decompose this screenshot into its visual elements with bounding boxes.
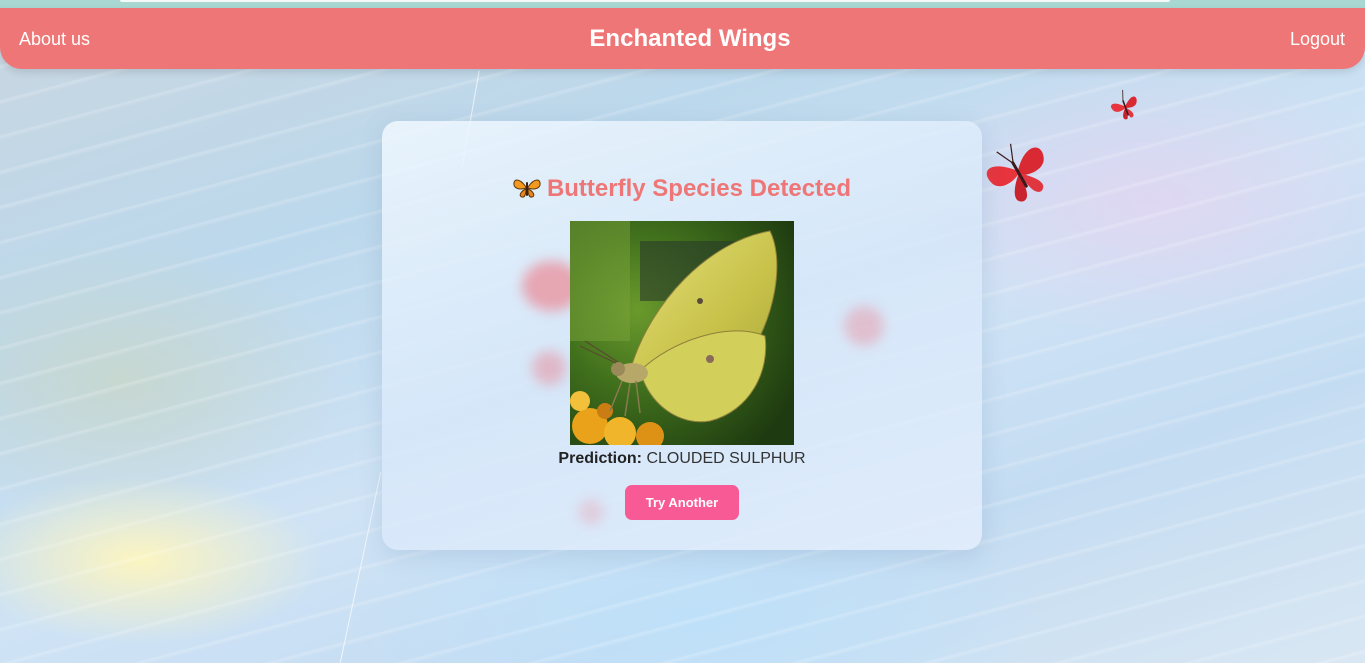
prediction-label: Prediction:	[558, 450, 642, 467]
browser-top-strip	[0, 0, 1365, 8]
result-card: Butterfly Species Detected Prediction: C…	[382, 121, 982, 550]
floating-butterfly-small-icon	[1111, 89, 1137, 120]
decorative-blob	[532, 351, 566, 385]
navbar: About us Enchanted Wings Logout	[0, 8, 1365, 69]
decorative-line	[339, 472, 382, 663]
top-strip-bar	[120, 0, 1170, 2]
logout-link[interactable]: Logout	[1290, 29, 1345, 50]
decorative-blob	[578, 499, 604, 525]
butterfly-photo-image	[570, 221, 794, 445]
decorative-blob	[844, 306, 884, 346]
try-another-button[interactable]: Try Another	[625, 485, 739, 520]
prediction-line: Prediction: CLOUDED SULPHUR	[382, 450, 982, 468]
butterfly-emoji-icon	[513, 179, 541, 198]
floating-butterfly-large-icon	[986, 143, 1044, 202]
result-heading-text: Butterfly Species Detected	[546, 175, 852, 202]
butterfly-photo	[570, 221, 794, 445]
prediction-value: CLOUDED SULPHUR	[646, 450, 806, 467]
result-heading: Butterfly Species Detected	[382, 175, 982, 203]
site-title: Enchanted Wings	[589, 25, 791, 52]
